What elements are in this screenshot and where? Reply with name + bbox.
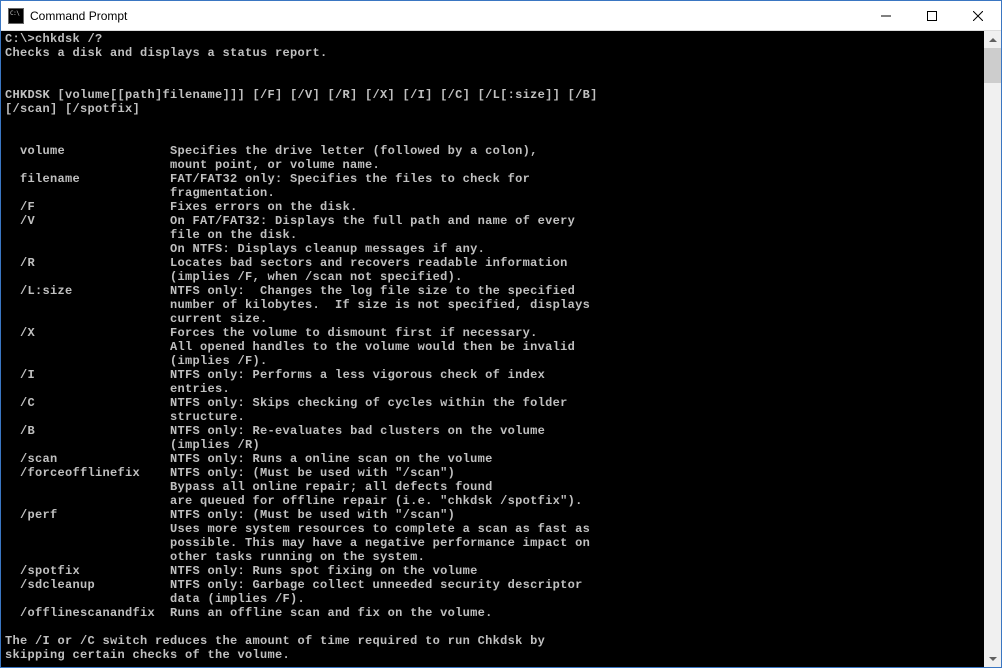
scroll-up-button[interactable]: [984, 31, 1001, 48]
scroll-thumb[interactable]: [984, 48, 1001, 83]
description-line: Checks a disk and displays a status repo…: [5, 46, 328, 60]
scroll-down-button[interactable]: [984, 650, 1001, 667]
footer-line: The /I or /C switch reduces the amount o…: [5, 634, 545, 648]
param-row: /V On FAT/FAT32: Displays the full path …: [5, 214, 575, 256]
param-row: /offlinescanandfix Runs an offline scan …: [5, 606, 493, 620]
param-row: /scan NTFS only: Runs a online scan on t…: [5, 452, 493, 466]
window-title: Command Prompt: [30, 9, 863, 23]
footer-line: skipping certain checks of the volume.: [5, 648, 290, 662]
param-row: /F Fixes errors on the disk.: [5, 200, 358, 214]
chevron-up-icon: [989, 38, 997, 42]
param-row: filename FAT/FAT32 only: Specifies the f…: [5, 172, 530, 200]
param-row: /B NTFS only: Re-evaluates bad clusters …: [5, 424, 545, 452]
vertical-scrollbar[interactable]: [984, 31, 1001, 667]
param-row: /X Forces the volume to dismount first i…: [5, 326, 575, 368]
param-row: /I NTFS only: Performs a less vigorous c…: [5, 368, 545, 396]
minimize-button[interactable]: [863, 1, 909, 30]
chevron-down-icon: [989, 657, 997, 661]
console-output[interactable]: C:\>chkdsk /? Checks a disk and displays…: [1, 31, 984, 667]
command-prompt-window: Command Prompt C:\>chkdsk /? Checks a di…: [0, 0, 1002, 668]
window-controls: [863, 1, 1001, 30]
app-icon: [8, 8, 24, 24]
prompt-line: C:\>chkdsk /?: [5, 32, 103, 46]
maximize-icon: [927, 11, 937, 21]
scroll-track[interactable]: [984, 48, 1001, 650]
param-row: /perf NTFS only: (Must be used with "/sc…: [5, 508, 590, 564]
param-row: /C NTFS only: Skips checking of cycles w…: [5, 396, 568, 424]
param-row: /spotfix NTFS only: Runs spot fixing on …: [5, 564, 478, 578]
param-row: /L:size NTFS only: Changes the log file …: [5, 284, 590, 326]
syntax-line: [/scan] [/spotfix]: [5, 102, 140, 116]
close-button[interactable]: [955, 1, 1001, 30]
maximize-button[interactable]: [909, 1, 955, 30]
console-area: C:\>chkdsk /? Checks a disk and displays…: [1, 31, 1001, 667]
param-row: volume Specifies the drive letter (follo…: [5, 144, 538, 172]
param-row: /R Locates bad sectors and recovers read…: [5, 256, 568, 284]
syntax-line: CHKDSK [volume[[path]filename]]] [/F] [/…: [5, 88, 598, 102]
param-row: /sdcleanup NTFS only: Garbage collect un…: [5, 578, 583, 606]
minimize-icon: [881, 11, 891, 21]
param-row: /forceofflinefix NTFS only: (Must be use…: [5, 466, 583, 508]
close-icon: [973, 11, 983, 21]
titlebar[interactable]: Command Prompt: [1, 1, 1001, 31]
